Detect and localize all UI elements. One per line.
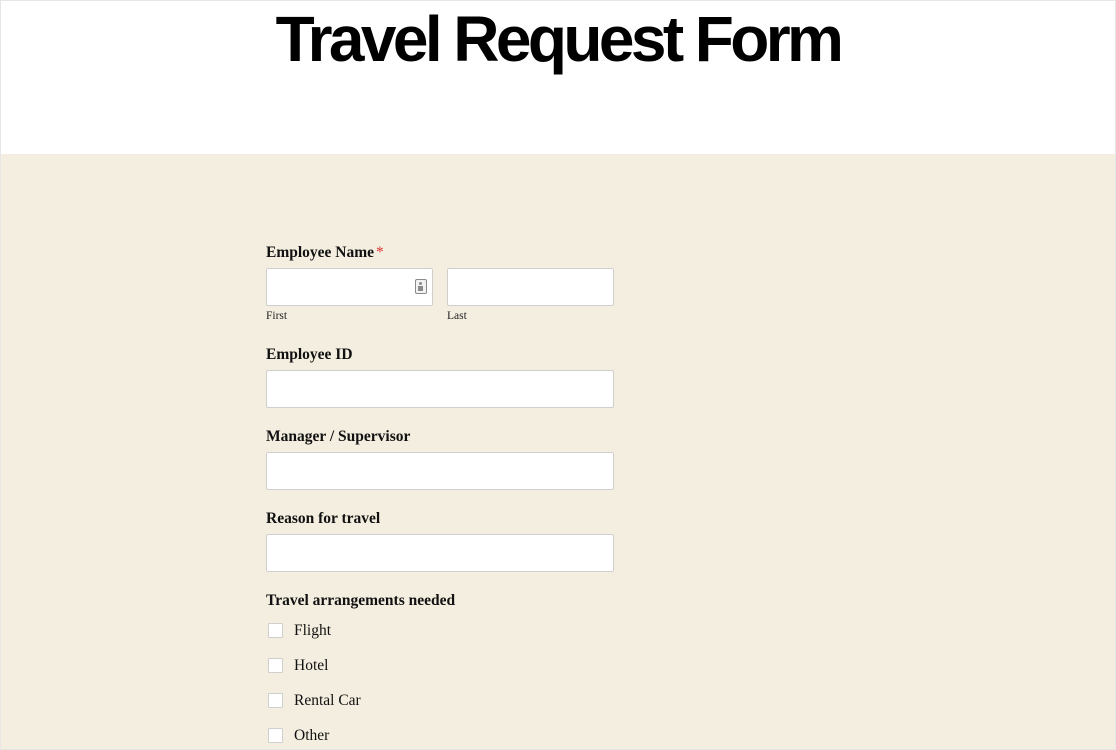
rental-car-label[interactable]: Rental Car (294, 692, 361, 710)
first-name-sublabel: First (266, 310, 288, 322)
page-title: Travel Request Form (275, 3, 844, 75)
hotel-checkbox[interactable] (268, 658, 283, 673)
reason-label: Reason for travel (266, 510, 381, 527)
page-header: Travel Request Form (1, 1, 1115, 154)
employee-name-label-text: Employee Name (266, 244, 375, 261)
employee-id-label: Employee ID (266, 346, 353, 363)
form-section: Employee Name * First Last Employee ID Ma… (1, 154, 1115, 749)
contact-card-icon[interactable] (415, 279, 427, 294)
employee-name-label: Employee Name * (266, 244, 384, 262)
arrangements-label: Travel arrangements needed (266, 592, 456, 609)
required-marker: * (376, 244, 384, 261)
reason-input[interactable] (266, 534, 614, 572)
rental-car-checkbox[interactable] (268, 693, 283, 708)
employee-id-input[interactable] (266, 370, 614, 408)
flight-label[interactable]: Flight (294, 622, 331, 640)
first-name-wrapper (266, 268, 433, 306)
other-checkbox[interactable] (268, 728, 283, 743)
manager-label: Manager / Supervisor (266, 428, 411, 445)
flight-checkbox[interactable] (268, 623, 283, 638)
last-name-input[interactable] (447, 268, 614, 306)
other-label[interactable]: Other (294, 727, 329, 745)
page-frame: Travel Request Form Employee Name * First… (0, 0, 1116, 750)
last-name-sublabel: Last (447, 310, 467, 322)
first-name-input[interactable] (266, 268, 433, 306)
hotel-label[interactable]: Hotel (294, 657, 328, 675)
manager-input[interactable] (266, 452, 614, 490)
